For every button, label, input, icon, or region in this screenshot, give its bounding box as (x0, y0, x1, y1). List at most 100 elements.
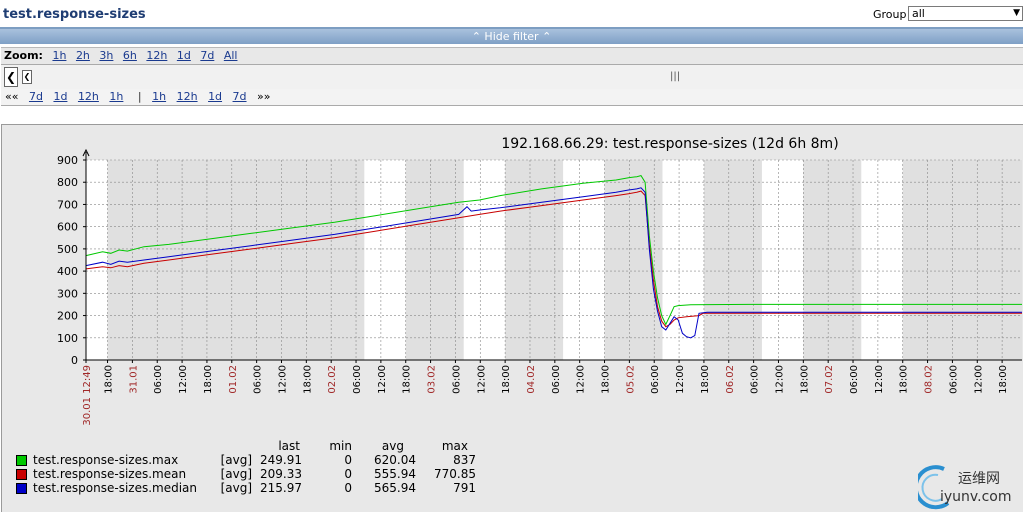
x-tick-label: 06:00 (750, 365, 761, 394)
nav-fwd-1d[interactable]: 1d (208, 90, 222, 103)
legend-row-max: test.response-sizes.max (16, 453, 178, 467)
y-tick-label: 700 (57, 198, 78, 211)
night-band (703, 160, 762, 360)
group-select-value: all (912, 7, 925, 20)
legend-max: 837 (453, 453, 476, 467)
legend-swatch-max (16, 455, 27, 466)
chevron-left-icon: ❮ (5, 70, 17, 84)
x-tick-label: 07.02 (824, 365, 835, 394)
nav-back-12h[interactable]: 12h (78, 90, 99, 103)
x-tick-label: 03.02 (427, 365, 438, 394)
x-tick-label: 12:00 (476, 365, 487, 394)
night-band (902, 160, 1022, 360)
zoom-bar: Zoom: 1h 2h 3h 6h 12h 1d 7d All (1, 47, 1023, 64)
nav-forward[interactable]: »» (257, 90, 270, 103)
x-tick-label: 06:00 (253, 365, 264, 394)
scroll-handle[interactable]: ❮ (22, 70, 32, 84)
x-tick-label: 06:00 (948, 365, 959, 394)
x-tick-label: 06:00 (650, 365, 661, 394)
legend-last: 209.33 (260, 467, 302, 481)
y-tick-label: 200 (57, 310, 78, 323)
y-tick-label: 600 (57, 221, 78, 234)
legend-name: test.response-sizes.median (33, 481, 198, 495)
y-tick-label: 500 (57, 243, 78, 256)
legend-row-mean: test.response-sizes.mean (16, 467, 186, 481)
legend-name: test.response-sizes.max (33, 453, 179, 467)
nav-separator: | (137, 90, 142, 103)
x-tick-label: 06:00 (451, 365, 462, 394)
legend-header-max: max (441, 439, 468, 453)
zoom-6h[interactable]: 6h (123, 49, 137, 62)
y-tick-labels: 0 100 200 300 400 500 600 700 800 900 (57, 154, 86, 367)
legend-row-median: test.response-sizes.median (16, 481, 197, 495)
legend-min: 0 (344, 467, 352, 481)
grip-icon[interactable]: ||| (670, 71, 680, 82)
scroll-left-button[interactable]: ❮ (4, 67, 18, 87)
chart-title: 192.168.66.29: test.response-sizes (12d … (501, 136, 838, 152)
watermark-cn: 运维网 (958, 471, 1000, 487)
x-tick-label: 18:00 (402, 365, 413, 394)
x-tick-label: 18:00 (104, 365, 115, 394)
x-tick-label: 12:00 (178, 365, 189, 394)
nav-back-1d[interactable]: 1d (53, 90, 67, 103)
hide-filter-bar[interactable]: ⌃ Hide filter ⌃ (0, 29, 1023, 44)
x-tick-label: 12:00 (377, 365, 388, 394)
time-scrollbar[interactable]: ❮ ❮ ||| (1, 64, 1023, 90)
nav-back-1h[interactable]: 1h (109, 90, 123, 103)
x-tick-label: 18:00 (899, 365, 910, 394)
x-tick-label: 08.02 (924, 365, 935, 394)
y-tick-label: 400 (57, 265, 78, 278)
x-tick-label: 18:00 (203, 365, 214, 394)
x-tick-label: 02.02 (327, 365, 338, 394)
nav-fwd-12h[interactable]: 12h (177, 90, 198, 103)
x-tick-label: 30.01 12:49 (82, 365, 93, 426)
x-tick-label: 18:00 (601, 365, 612, 394)
zoom-label: Zoom: (4, 49, 43, 62)
y-tick-label: 900 (57, 154, 78, 167)
zoom-3h[interactable]: 3h (99, 49, 113, 62)
watermark-logo: 运维网 iyunv.com (918, 465, 1011, 510)
legend-agg: [avg] (220, 467, 252, 481)
legend-min: 0 (344, 481, 352, 495)
x-tick-labels: 30.01 12:49 18:00 31.01 06:00 12:00 18:00 01.0… (82, 360, 1009, 426)
legend-name: test.response-sizes.mean (33, 467, 187, 481)
x-tick-label: 31.01 (128, 365, 139, 394)
legend-swatch-mean (16, 469, 27, 480)
chevron-down-icon: ▼ (1013, 8, 1020, 18)
x-tick-label: 18:00 (501, 365, 512, 394)
zoom-1h[interactable]: 1h (52, 49, 66, 62)
x-tick-label: 12:00 (973, 365, 984, 394)
nav-fwd-7d[interactable]: 7d (233, 90, 247, 103)
y-tick-label: 800 (57, 176, 78, 189)
chevron-left-icon: ❮ (23, 72, 31, 81)
x-tick-label: 06:00 (352, 365, 363, 394)
legend-max: 770.85 (434, 467, 476, 481)
legend-avg: 620.04 (374, 453, 416, 467)
hide-filter-label[interactable]: ⌃ Hide filter ⌃ (472, 30, 552, 43)
x-tick-label: 06.02 (725, 365, 736, 394)
x-tick-label: 01.02 (228, 365, 239, 394)
x-tick-label: 04.02 (526, 365, 537, 394)
x-tick-label: 06:00 (849, 365, 860, 394)
zoom-2h[interactable]: 2h (76, 49, 90, 62)
x-tick-label: 12:00 (576, 365, 587, 394)
zoom-12h[interactable]: 12h (146, 49, 167, 62)
title-bar: test.response-sizes Group all ▼ (0, 0, 1023, 29)
y-tick-label: 300 (57, 287, 78, 300)
night-band (405, 160, 464, 360)
legend-agg: [avg] (220, 453, 252, 467)
night-band (604, 160, 663, 360)
group-select[interactable]: all ▼ (908, 6, 1023, 21)
legend-avg: 565.94 (374, 481, 416, 495)
zoom-1d[interactable]: 1d (177, 49, 191, 62)
zoom-all[interactable]: All (224, 49, 238, 62)
nav-back[interactable]: «« (5, 90, 18, 103)
nav-back-7d[interactable]: 7d (29, 90, 43, 103)
zoom-7d[interactable]: 7d (200, 49, 214, 62)
x-tick-label: 18:00 (998, 365, 1009, 394)
page-title: test.response-sizes (3, 7, 146, 22)
nav-fwd-1h[interactable]: 1h (152, 90, 166, 103)
y-tick-label: 100 (57, 332, 78, 345)
legend-last: 249.91 (260, 453, 302, 467)
x-tick-label: 06:00 (551, 365, 562, 394)
